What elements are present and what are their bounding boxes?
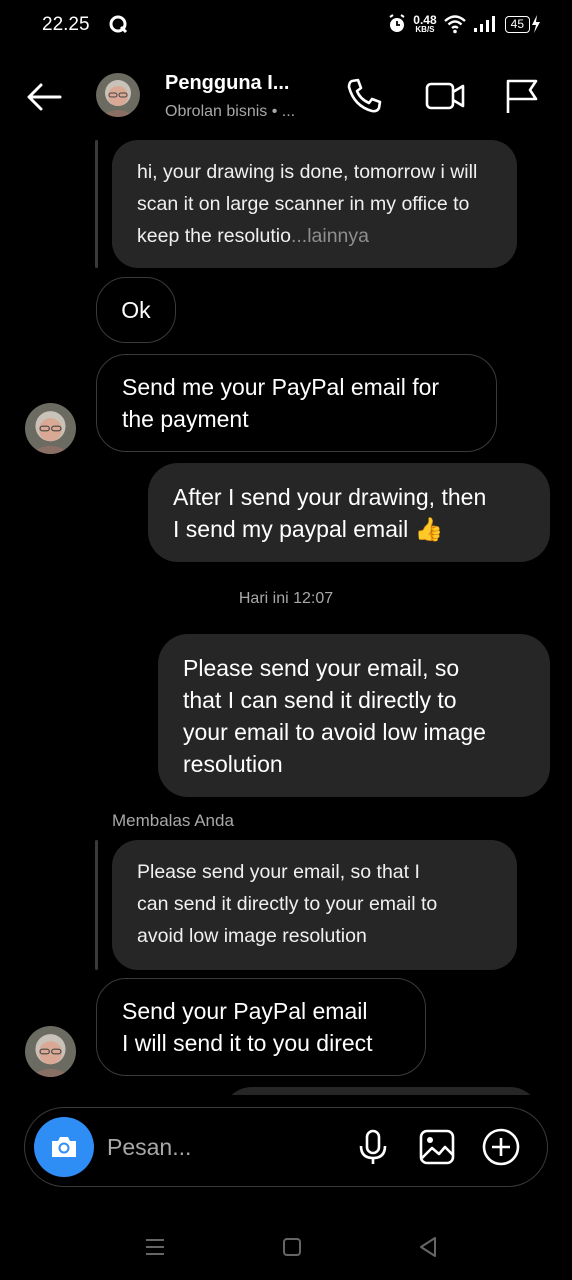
contact-avatar[interactable] xyxy=(25,1026,76,1077)
phone-icon[interactable] xyxy=(343,75,385,117)
image-icon[interactable] xyxy=(416,1126,458,1168)
back-nav-icon[interactable] xyxy=(414,1233,442,1261)
wifi-icon xyxy=(443,15,466,34)
home-icon[interactable] xyxy=(278,1233,306,1261)
system-navigation-bar xyxy=(0,1215,572,1280)
message-bubble-incoming[interactable]: Send your PayPal email I will send it to… xyxy=(96,978,426,1076)
camera-button[interactable] xyxy=(34,1117,94,1177)
avatar-image xyxy=(25,1026,76,1077)
contact-name[interactable]: Pengguna I... xyxy=(165,72,289,95)
chat-header: Pengguna I... Obrolan bisnis • ... xyxy=(0,55,572,140)
signal-icon xyxy=(473,16,495,32)
thumbs-up-emoji: 👍 xyxy=(414,516,444,542)
contact-avatar[interactable] xyxy=(96,73,140,117)
message-bubble-outgoing[interactable]: Please send your email, so that I can se… xyxy=(158,634,550,797)
message-bubble-outgoing[interactable]: After I send your drawing, then I send m… xyxy=(148,463,550,562)
contact-avatar[interactable] xyxy=(25,403,76,454)
status-time: 22.25 xyxy=(42,14,90,35)
quoted-message[interactable]: Please send your email, so that I can se… xyxy=(112,840,517,970)
network-speed: 0.48 KB/S xyxy=(413,13,437,34)
quote-bar xyxy=(95,840,98,970)
message-input[interactable] xyxy=(107,1126,327,1168)
status-indicators: 0.48 KB/S 45 xyxy=(387,12,542,36)
recent-apps-icon[interactable] xyxy=(141,1233,169,1261)
video-camera-icon[interactable] xyxy=(424,75,466,117)
quote-bar xyxy=(95,140,98,268)
avatar-image xyxy=(25,403,76,454)
alarm-icon xyxy=(389,14,405,32)
message-bubble-incoming[interactable]: Send me your PayPal email for the paymen… xyxy=(96,354,497,452)
avatar-image xyxy=(96,73,140,117)
message-thread[interactable]: hi, your drawing is done, tomorrow i wil… xyxy=(0,140,572,1095)
battery-indicator: 45 xyxy=(504,14,542,34)
message-bubble-outgoing[interactable] xyxy=(222,1087,540,1095)
microphone-icon[interactable] xyxy=(352,1126,394,1168)
chat-subtitle: Obrolan bisnis • ... xyxy=(165,103,296,120)
status-bar: 22.25 0.48 KB/S 45 xyxy=(0,0,572,50)
see-more-link[interactable]: ...lainnya xyxy=(291,225,369,247)
charging-icon xyxy=(532,15,540,33)
message-bubble-incoming[interactable]: Ok xyxy=(96,277,176,343)
back-button[interactable] xyxy=(24,77,64,117)
timestamp: Hari ini 12:07 xyxy=(238,590,334,607)
reply-label: Membalas Anda xyxy=(112,811,234,830)
plus-circle-icon[interactable] xyxy=(480,1126,522,1168)
quoted-message[interactable]: hi, your drawing is done, tomorrow i wil… xyxy=(112,140,517,268)
message-composer xyxy=(24,1107,548,1187)
notification-q-icon xyxy=(109,15,128,34)
camera-icon xyxy=(52,1137,76,1157)
flag-icon[interactable] xyxy=(502,75,544,117)
